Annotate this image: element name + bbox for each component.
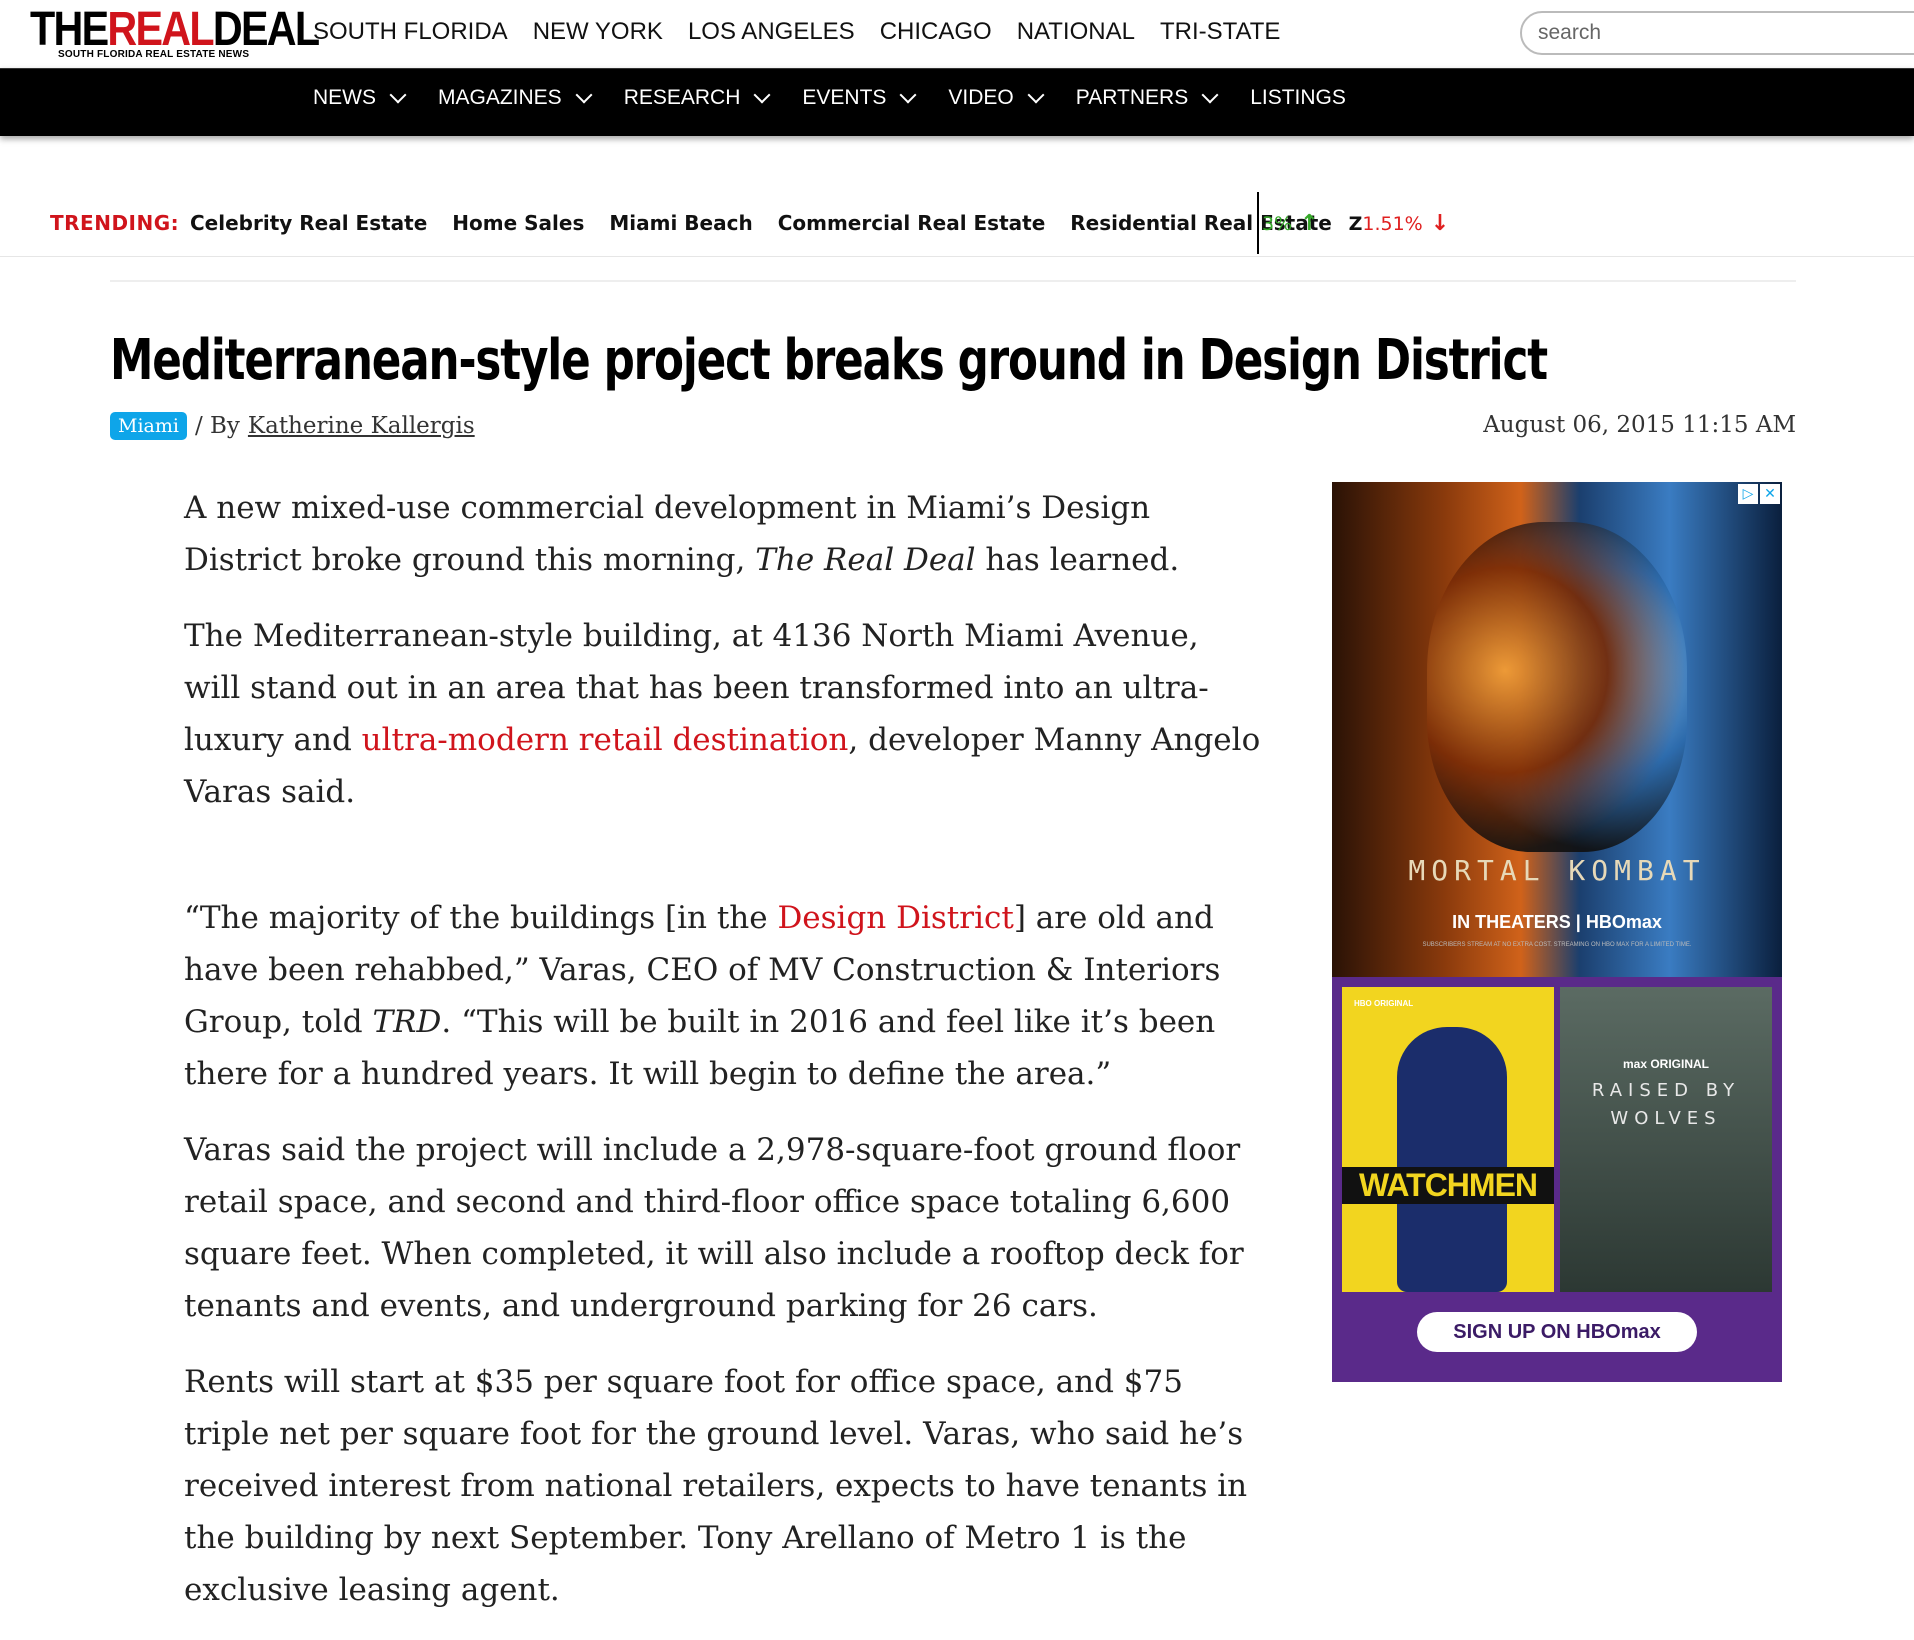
ad-fine-print: SUBSCRIBERS STREAM AT NO EXTRA COST. STR… (1422, 942, 1692, 948)
menu-label: LISTINGS (1250, 86, 1346, 109)
menu-label: NEWS (313, 86, 376, 109)
menu-events[interactable]: EVENTS (802, 86, 918, 110)
publication-name: The Real Deal (755, 542, 976, 578)
top-bar: THEREALDEAL SOUTH FLORIDA REAL ESTATE NE… (0, 0, 1914, 68)
close-icon[interactable]: ✕ (1760, 484, 1780, 504)
menu-label: EVENTS (802, 86, 887, 109)
text: has learned. (975, 542, 1180, 578)
stock-ticker: 3% ↑ Z 1.51% ↓ (1262, 211, 1449, 236)
chevron-down-icon (753, 86, 771, 104)
ad-max-original: max ORIGINAL (1622, 1057, 1709, 1071)
arrow-up-icon: ↑ (1300, 211, 1319, 236)
chevron-down-icon (899, 86, 917, 104)
menu-label: VIDEO (948, 86, 1014, 109)
ad-hbo-badge: HBO ORIGINAL (1354, 999, 1414, 1008)
ad-subtitle: IN THEATERS | HBOmax (1452, 912, 1662, 932)
search-input[interactable] (1520, 11, 1914, 55)
menu-label: RESEARCH (623, 86, 741, 109)
main-menu-bar: NEWS MAGAZINES RESEARCH EVENTS VIDEO PAR… (0, 68, 1914, 136)
menu-listings[interactable]: LISTINGS (1250, 86, 1346, 110)
chevron-down-icon (575, 86, 593, 104)
publication-name: TRD (372, 1004, 442, 1040)
region-link-south-florida[interactable]: SOUTH FLORIDA (313, 18, 508, 46)
menu-label: MAGAZINES (438, 86, 562, 109)
menu-label: PARTNERS (1075, 86, 1189, 109)
paragraph: Varas said the project will include a 2,… (184, 1132, 1244, 1324)
byline-prefix: / By (194, 413, 240, 439)
adchoices-icon[interactable]: ▷ (1738, 484, 1758, 504)
paragraph: “The majority of the buildings [in the D… (184, 892, 1264, 1100)
byline: Miami / By Katherine Kallergis (110, 412, 475, 440)
ad-choices: ▷ ✕ (1738, 484, 1780, 504)
ad-signup-button[interactable]: SIGN UP ON HBOmax (1417, 1312, 1697, 1352)
ticker-divider (1257, 192, 1259, 254)
trending-label: TRENDING: (50, 211, 180, 235)
design-district-link[interactable]: Design District (777, 900, 1013, 936)
trending-bar: TRENDING: Celebrity Real Estate Home Sal… (0, 190, 1914, 257)
ad-title: MORTAL KOMBAT (1408, 854, 1706, 887)
ad-show-title: WATCHMEN (1342, 1167, 1554, 1204)
ad-hero-image: MORTAL KOMBAT IN THEATERS | HBOmax SUBSC… (1332, 482, 1782, 977)
trending-link-miami-beach[interactable]: Miami Beach (609, 211, 752, 235)
article-body: A new mixed-use commercial development i… (184, 482, 1264, 1640)
ad-show-title: RAISED BY WOLVES (1591, 1080, 1741, 1129)
menu-magazines[interactable]: MAGAZINES (438, 86, 594, 110)
menu-research[interactable]: RESEARCH (624, 86, 773, 110)
menu-news[interactable]: NEWS (313, 86, 408, 110)
text: “The majority of the buildings [in the (184, 900, 778, 936)
publish-date: August 06, 2015 11:15 AM (1483, 412, 1796, 438)
region-nav: SOUTH FLORIDA NEW YORK LOS ANGELES CHICA… (313, 18, 1280, 46)
advertisement[interactable]: MORTAL KOMBAT IN THEATERS | HBOmax SUBSC… (1332, 482, 1782, 1382)
paragraph: Rents will start at $35 per square foot … (184, 1364, 1248, 1608)
arrow-down-icon: ↓ (1430, 211, 1450, 236)
main-menu: NEWS MAGAZINES RESEARCH EVENTS VIDEO PAR… (313, 86, 1346, 110)
region-link-los-angeles[interactable]: LOS ANGELES (688, 18, 855, 46)
article-headline: Mediterranean-style project breaks groun… (110, 328, 1548, 393)
ad-show-poster: HBO ORIGINAL WATCHMEN (1342, 987, 1554, 1292)
ad-show-poster: max ORIGINAL RAISED BY WOLVES (1560, 987, 1772, 1292)
region-link-national[interactable]: NATIONAL (1017, 18, 1135, 46)
category-tag[interactable]: Miami (110, 412, 187, 440)
chevron-down-icon (1027, 86, 1045, 104)
menu-partners[interactable]: PARTNERS (1076, 86, 1220, 110)
author-link[interactable]: Katherine Kallergis (248, 413, 475, 439)
chevron-down-icon (389, 86, 407, 104)
trending-link-celebrity[interactable]: Celebrity Real Estate (190, 211, 427, 235)
divider (110, 280, 1796, 282)
trending-links: Celebrity Real Estate Home Sales Miami B… (190, 211, 1332, 235)
retail-destination-link[interactable]: ultra-modern retail destination (362, 722, 849, 758)
trending-link-home-sales[interactable]: Home Sales (452, 211, 584, 235)
ad-figure-illustration (1397, 1027, 1507, 1292)
region-link-tri-state[interactable]: TRI-STATE (1160, 18, 1280, 46)
paragraph: A new mixed-use commercial development i… (184, 482, 1264, 586)
paragraph: The Mediterranean-style building, at 413… (184, 610, 1264, 818)
chevron-down-icon (1201, 86, 1219, 104)
ad-mask-illustration (1427, 522, 1687, 852)
logo-tagline: SOUTH FLORIDA REAL ESTATE NEWS (58, 49, 250, 60)
ticker-change: 1.51% (1362, 212, 1423, 235)
menu-video[interactable]: VIDEO (948, 86, 1045, 110)
trending-link-commercial[interactable]: Commercial Real Estate (778, 211, 1046, 235)
ticker-change: 3% (1262, 212, 1293, 235)
ad-shows-panel: HBO ORIGINAL WATCHMEN max ORIGINAL RAISE… (1332, 977, 1782, 1382)
region-link-new-york[interactable]: NEW YORK (533, 18, 663, 46)
region-link-chicago[interactable]: CHICAGO (880, 18, 992, 46)
ticker-symbol[interactable]: Z (1349, 213, 1363, 235)
site-logo[interactable]: THEREALDEAL SOUTH FLORIDA REAL ESTATE NE… (30, 4, 320, 64)
